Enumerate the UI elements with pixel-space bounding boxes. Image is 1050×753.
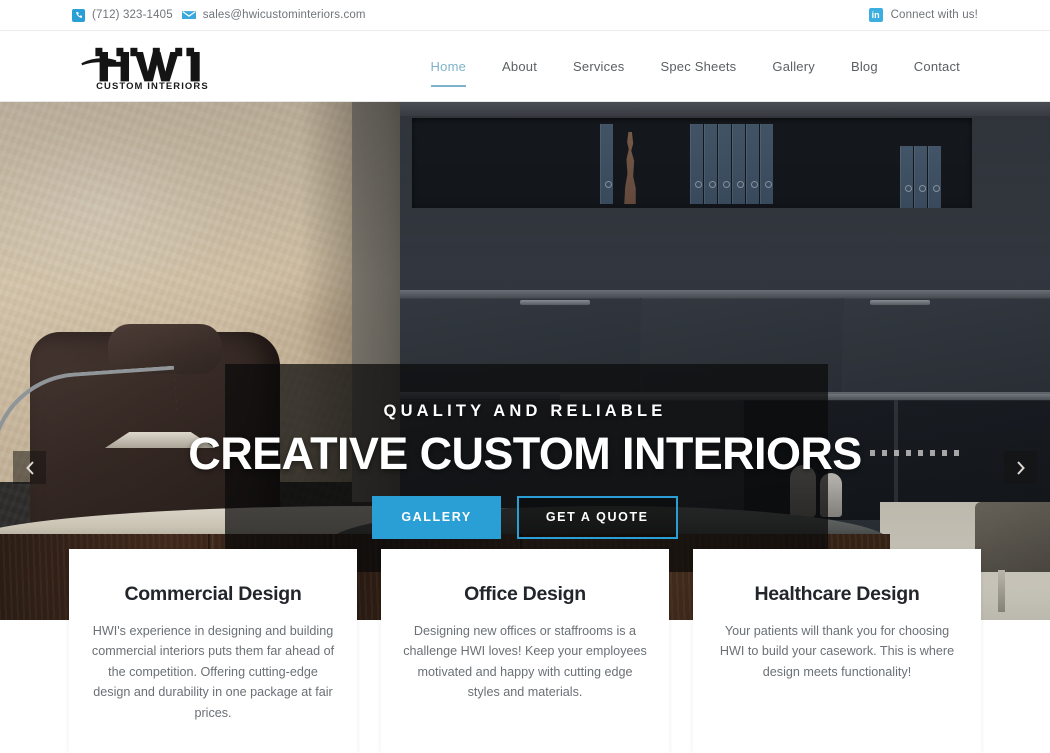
nav-item-contact[interactable]: Contact xyxy=(896,60,978,73)
card-description: Designing new offices or staffrooms is a… xyxy=(403,624,647,700)
card-description: Your patients will thank you for choosin… xyxy=(719,624,955,679)
get-a-quote-button[interactable]: GET A QUOTE xyxy=(516,496,678,539)
email-contact[interactable]: sales@hwicustominteriors.com xyxy=(181,9,366,21)
hwi-logo-icon: CUSTOM INTERIORS xyxy=(81,47,209,90)
envelope-icon xyxy=(181,11,196,19)
site-header: CUSTOM INTERIORS Home About Services Spe… xyxy=(0,31,1050,102)
card-description: HWI's experience in designing and buildi… xyxy=(91,624,335,720)
phone-number: (712) 323-1405 xyxy=(92,9,173,21)
card-office-design[interactable]: Office Design Designing new offices or s… xyxy=(381,549,669,753)
carousel-prev-button[interactable] xyxy=(13,451,46,484)
nav-item-gallery[interactable]: Gallery xyxy=(754,60,833,73)
carousel-next-button[interactable] xyxy=(1004,451,1037,484)
card-title: Office Design xyxy=(464,583,586,605)
hero-content: QUALITY AND RELIABLE CREATIVE CUSTOM INT… xyxy=(0,402,1050,539)
hero-eyebrow: QUALITY AND RELIABLE xyxy=(383,402,667,420)
chevron-left-icon xyxy=(25,460,34,475)
nav-item-spec-sheets[interactable]: Spec Sheets xyxy=(642,60,754,73)
feature-card-row: Commercial Design HWI's experience in de… xyxy=(0,549,1050,753)
connect-text: Connect with us! xyxy=(890,9,978,21)
card-title: Commercial Design xyxy=(124,583,302,605)
nav-item-services[interactable]: Services xyxy=(555,60,642,73)
phone-contact[interactable]: (712) 323-1405 xyxy=(72,8,173,22)
nav-item-blog[interactable]: Blog xyxy=(833,60,896,73)
topbar-social-group[interactable]: in Connect with us! xyxy=(868,8,978,22)
phone-square-icon xyxy=(72,8,85,22)
card-healthcare-design[interactable]: Healthcare Design Your patients will tha… xyxy=(693,549,981,753)
nav-active-underline xyxy=(430,84,467,87)
nav-item-about[interactable]: About xyxy=(484,60,555,73)
nav-item-home[interactable]: Home xyxy=(413,58,484,87)
site-logo[interactable]: CUSTOM INTERIORS xyxy=(80,42,220,90)
hero-title: CREATIVE CUSTOM INTERIORS xyxy=(188,428,862,479)
svg-text:CUSTOM INTERIORS: CUSTOM INTERIORS xyxy=(96,81,209,90)
email-address: sales@hwicustominteriors.com xyxy=(202,9,366,21)
card-commercial-design[interactable]: Commercial Design HWI's experience in de… xyxy=(69,549,357,753)
gallery-button[interactable]: GALLERY xyxy=(372,496,501,539)
chevron-right-icon xyxy=(1016,460,1025,475)
nav-label-home: Home xyxy=(430,58,467,74)
linkedin-icon[interactable]: in xyxy=(868,8,883,22)
top-utility-bar: (712) 323-1405 sales@hwicustominteriors.… xyxy=(0,0,1050,31)
topbar-contact-group: (712) 323-1405 sales@hwicustominteriors.… xyxy=(72,8,366,22)
hero-button-group: GALLERY GET A QUOTE xyxy=(0,496,1050,539)
card-title: Healthcare Design xyxy=(754,583,920,605)
main-navigation: Home About Services Spec Sheets Gallery … xyxy=(413,31,978,101)
